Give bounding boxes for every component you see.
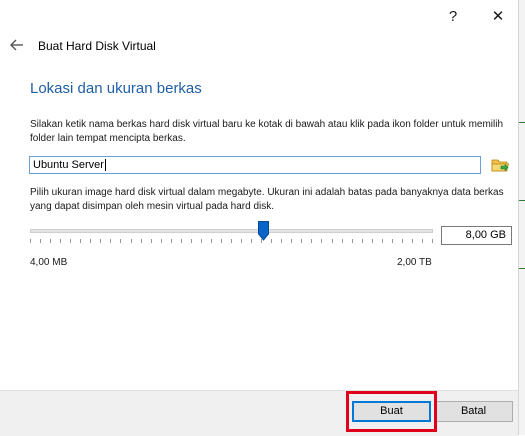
size-slider-ticks	[30, 239, 433, 245]
edge-mark	[519, 122, 525, 123]
slider-tick	[110, 239, 111, 243]
edge-mark	[519, 200, 525, 201]
slider-tick	[362, 239, 363, 243]
slider-tick	[432, 239, 433, 243]
slider-tick	[211, 239, 212, 243]
close-button[interactable]: ✕	[484, 6, 512, 28]
slider-tick	[402, 239, 403, 243]
cancel-button[interactable]: Batal	[434, 401, 513, 422]
slider-tick	[342, 239, 343, 243]
edge-mark	[519, 268, 525, 269]
slider-tick	[90, 239, 91, 243]
section-title: Lokasi dan ukuran berkas	[30, 80, 202, 97]
slider-tick	[321, 239, 322, 243]
slider-tick	[80, 239, 81, 243]
slider-tick	[70, 239, 71, 243]
create-button-highlight	[346, 391, 437, 432]
create-virtual-hard-disk-dialog: ? ✕ Buat Hard Disk Virtual Lokasi dan uk…	[0, 0, 519, 436]
slider-tick	[241, 239, 242, 243]
slider-tick	[251, 239, 252, 243]
slider-tick	[422, 239, 423, 243]
slider-tick	[141, 239, 142, 243]
slider-tick	[281, 239, 282, 243]
location-instructions: Silakan ketik nama berkas hard disk virt…	[30, 119, 504, 144]
slider-tick	[171, 239, 172, 243]
file-name-value: Ubuntu Server	[33, 159, 104, 171]
slider-tick	[412, 239, 413, 243]
help-button[interactable]: ?	[439, 6, 467, 28]
folder-icon[interactable]	[490, 155, 510, 175]
slider-tick	[382, 239, 383, 243]
slider-tick	[30, 239, 31, 243]
slider-tick	[332, 239, 333, 243]
slider-tick	[221, 239, 222, 243]
size-instructions: Pilih ukuran image hard disk virtual dal…	[30, 187, 504, 212]
size-min-label: 4,00 MB	[30, 257, 68, 268]
background-window-edge	[519, 0, 525, 435]
slider-tick	[191, 239, 192, 243]
slider-tick	[301, 239, 302, 243]
slider-tick	[50, 239, 51, 243]
slider-tick	[40, 239, 41, 243]
slider-tick	[161, 239, 162, 243]
slider-tick	[100, 239, 101, 243]
slider-tick	[291, 239, 292, 243]
slider-tick	[392, 239, 393, 243]
text-caret	[104, 159, 106, 172]
slider-tick	[151, 239, 152, 243]
slider-tick	[372, 239, 373, 243]
slider-tick	[271, 239, 272, 243]
help-icon: ?	[448, 8, 458, 25]
dialog-title: Buat Hard Disk Virtual	[38, 39, 156, 53]
slider-tick	[311, 239, 312, 243]
size-max-label: 2,00 TB	[397, 257, 432, 268]
slider-tick	[352, 239, 353, 243]
slider-tick	[131, 239, 132, 243]
size-slider-thumb[interactable]	[258, 221, 269, 241]
back-arrow-icon[interactable]	[9, 37, 25, 53]
size-slider-track[interactable]	[30, 229, 433, 233]
size-input[interactable]: 8,00 GB	[441, 226, 512, 245]
slider-tick	[120, 239, 121, 243]
close-icon: ✕	[491, 8, 505, 25]
slider-tick	[181, 239, 182, 243]
file-name-input[interactable]: Ubuntu Server	[29, 156, 481, 174]
slider-tick	[231, 239, 232, 243]
slider-tick	[60, 239, 61, 243]
slider-tick	[201, 239, 202, 243]
